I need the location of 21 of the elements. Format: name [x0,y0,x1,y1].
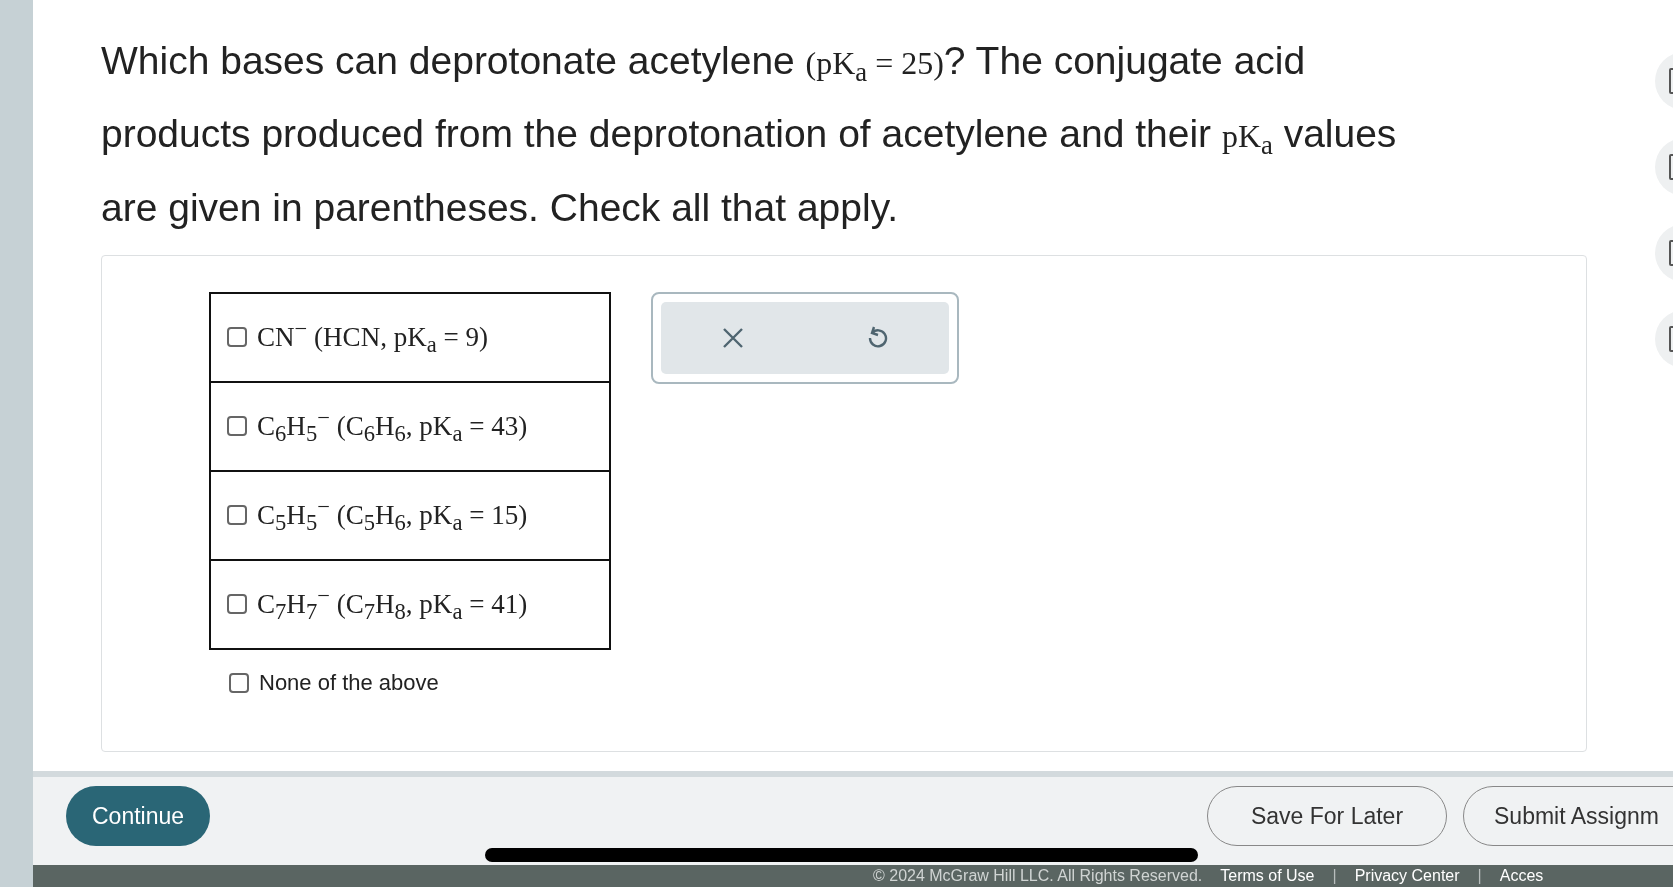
answer-option[interactable]: C$_{5}$H$_{5}$$^{−}$ (C$_{5}$H$_{6}$, pK$_{a}$ = 15) [227,494,528,537]
copyright-text: © 2024 McGraw Hill LLC. All Rights Reserved. [873,866,1203,886]
footer-link[interactable]: Terms of Use [1220,866,1315,886]
answer-option[interactable]: C$_{6}$H$_{5}$$^{−}$ (C$_{6}$H$_{6}$, pK$_{a}$ = 43) [227,405,528,448]
footer-link[interactable]: Acces [1499,866,1544,886]
footer-link[interactable]: Privacy Center [1354,866,1460,886]
continue-button[interactable]: Continue [66,786,211,846]
answer-option[interactable]: CN$^{−}$ (HCN, pK$_{a}$ = 9) [227,316,489,359]
checkbox[interactable] [227,416,247,437]
answer-option[interactable]: None of the above [229,669,611,696]
checkbox[interactable] [227,327,247,348]
answer-option[interactable]: C$_{7}$H$_{7}$$^{−}$ (C$_{7}$H$_{8}$, pK$_{a}$ = 41) [227,583,528,626]
close-icon[interactable] [722,326,744,349]
action-button[interactable]: Submit Assignm [1463,786,1673,846]
checkbox[interactable] [229,672,249,693]
checkbox[interactable] [227,594,247,615]
separator-text: | [1332,866,1337,886]
separator-text: | [1477,866,1482,886]
action-button[interactable]: Save For Later [1207,786,1447,846]
checkbox[interactable] [227,505,247,526]
question-text: Which bases can deprotonate acetylene (pK$_{a}$ = 25)? The conjugate acid products produced from the deprotonation of acetylene and their pK$_{a}$ values are given in parentheses. Check all that apply. [101,38,1398,231]
